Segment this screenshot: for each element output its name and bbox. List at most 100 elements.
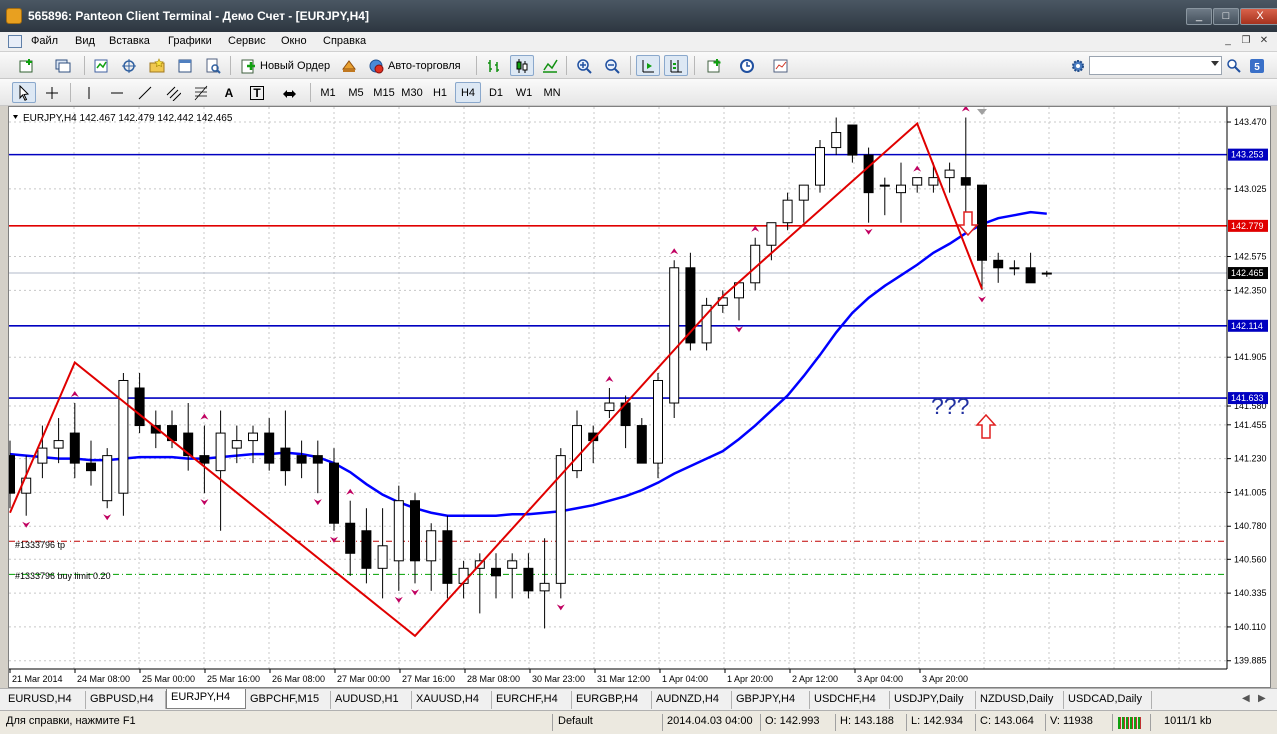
- market-watch-button[interactable]: [90, 55, 112, 76]
- candle[interactable]: [523, 553, 534, 599]
- candle[interactable]: [993, 252, 1004, 283]
- candle[interactable]: [393, 485, 404, 591]
- candle[interactable]: [669, 260, 680, 419]
- menu-insert[interactable]: Вставка: [109, 35, 150, 47]
- menu-file[interactable]: Файл: [31, 35, 58, 47]
- tab-usdchf-h4[interactable]: USDCHF,H4: [810, 691, 890, 709]
- timeframe-m5[interactable]: M5: [343, 82, 369, 103]
- candle[interactable]: [21, 455, 32, 516]
- candle[interactable]: [896, 162, 906, 223]
- candles[interactable]: [9, 117, 1052, 629]
- candle[interactable]: [912, 177, 923, 193]
- candle[interactable]: [879, 177, 890, 216]
- candle[interactable]: [134, 372, 145, 434]
- chart-shift-marker-icon[interactable]: [977, 109, 987, 115]
- zoom-in-button[interactable]: [572, 55, 596, 76]
- tab-eurjpy-h4[interactable]: EURJPY,H4: [166, 689, 246, 709]
- tab-usdjpy-daily[interactable]: USDJPY,Daily: [890, 691, 976, 709]
- price-chart[interactable]: 143.470143.025142.575142.350141.905141.5…: [9, 107, 1270, 687]
- chart-window[interactable]: 143.470 143.025 142.575 142.350 141.905 141.5…: [8, 106, 1271, 688]
- down-arrow-icon[interactable]: [957, 211, 979, 237]
- question-annotation[interactable]: ???: [931, 393, 969, 419]
- maximize-button[interactable]: □: [1213, 8, 1239, 25]
- candle[interactable]: [410, 493, 420, 584]
- candle[interactable]: [588, 425, 599, 464]
- periods-button[interactable]: [732, 55, 762, 76]
- timeframe-mn[interactable]: MN: [539, 82, 565, 103]
- menu-charts[interactable]: Графики: [168, 35, 212, 47]
- candle[interactable]: [604, 388, 615, 419]
- candle[interactable]: [86, 440, 96, 486]
- tabs-scroll-left-icon[interactable]: ◀: [1242, 693, 1250, 704]
- candle[interactable]: [572, 410, 582, 479]
- candle[interactable]: [977, 184, 987, 291]
- menu-view[interactable]: Вид: [75, 35, 95, 47]
- menu-help[interactable]: Справка: [323, 35, 366, 47]
- text-button[interactable]: A: [218, 82, 240, 103]
- tab-eurchf-h4[interactable]: EURCHF,H4: [492, 691, 572, 709]
- tab-audusd-h1[interactable]: AUDUSD,H1: [331, 691, 412, 709]
- close-button[interactable]: X: [1240, 8, 1277, 25]
- text-label-button[interactable]: T: [246, 82, 268, 103]
- minimize-button[interactable]: _: [1186, 8, 1212, 25]
- mdi-restore-icon[interactable]: ❐: [1239, 34, 1253, 48]
- candle[interactable]: [863, 147, 874, 223]
- zoom-out-button[interactable]: [600, 55, 624, 76]
- chart-shift-button[interactable]: [664, 55, 688, 76]
- new-chart-button[interactable]: [12, 55, 42, 76]
- candle[interactable]: [539, 538, 550, 629]
- fibonacci-button[interactable]: [190, 82, 212, 103]
- tab-gbpusd-h4[interactable]: GBPUSD,H4: [86, 691, 166, 709]
- candle[interactable]: [248, 425, 258, 464]
- timeframe-h4[interactable]: H4: [455, 82, 481, 103]
- templates-button[interactable]: [766, 55, 796, 76]
- profiles-button[interactable]: [48, 55, 78, 76]
- data-window-button[interactable]: [118, 55, 140, 76]
- tab-nzdusd-daily[interactable]: NZDUSD,Daily: [976, 691, 1064, 709]
- candle[interactable]: [345, 500, 356, 576]
- bar-chart-button[interactable]: [482, 55, 506, 76]
- candle[interactable]: [231, 425, 242, 464]
- tab-usdcad-daily[interactable]: USDCAD,Daily: [1064, 691, 1152, 709]
- candle[interactable]: [701, 297, 712, 351]
- crosshair-button[interactable]: [40, 82, 64, 103]
- candle[interactable]: [960, 117, 971, 223]
- candle[interactable]: [215, 410, 226, 531]
- candle[interactable]: [69, 403, 80, 479]
- tab-eurusd-h4[interactable]: EURUSD,H4: [4, 691, 86, 709]
- candle[interactable]: [296, 440, 307, 479]
- candle[interactable]: [1041, 270, 1052, 277]
- status-profile[interactable]: Default: [558, 715, 593, 727]
- candle[interactable]: [280, 410, 291, 486]
- search-input[interactable]: [1089, 56, 1222, 75]
- auto-trading-button[interactable]: Авто-торговля: [364, 55, 470, 76]
- search-dropdown-icon[interactable]: [1211, 61, 1219, 66]
- mdi-close-icon[interactable]: ✕: [1257, 34, 1271, 48]
- timeframe-d1[interactable]: D1: [483, 82, 509, 103]
- strategy-tester-button[interactable]: [202, 55, 224, 76]
- options-button[interactable]: [1068, 55, 1088, 76]
- candle[interactable]: [361, 508, 372, 584]
- menu-window[interactable]: Окно: [281, 35, 307, 47]
- candle[interactable]: [815, 140, 825, 193]
- mailbox-button[interactable]: 5: [1247, 55, 1267, 76]
- timeframe-h1[interactable]: H1: [427, 82, 453, 103]
- terminal-button[interactable]: [174, 55, 196, 76]
- candle[interactable]: [734, 282, 744, 321]
- horizontal-line-button[interactable]: [106, 82, 128, 103]
- candle[interactable]: [847, 124, 858, 163]
- vertical-line-button[interactable]: [78, 82, 100, 103]
- candle[interactable]: [426, 523, 437, 591]
- tab-eurgbp-h4[interactable]: EURGBP,H4: [572, 691, 652, 709]
- tab-audnzd-h4[interactable]: AUDNZD,H4: [652, 691, 732, 709]
- new-order-button[interactable]: Новый Ордер: [236, 55, 332, 76]
- indicators-button[interactable]: [700, 55, 730, 76]
- mdi-minimize-icon[interactable]: _: [1221, 34, 1235, 48]
- candle[interactable]: [507, 553, 518, 599]
- horizontal-levels[interactable]: [9, 153, 1227, 575]
- experts-button[interactable]: [338, 55, 360, 76]
- up-arrow-icon[interactable]: [975, 413, 997, 439]
- candlestick-chart-button[interactable]: [510, 55, 534, 76]
- arrows-button[interactable]: [274, 82, 304, 103]
- candle[interactable]: [491, 553, 501, 599]
